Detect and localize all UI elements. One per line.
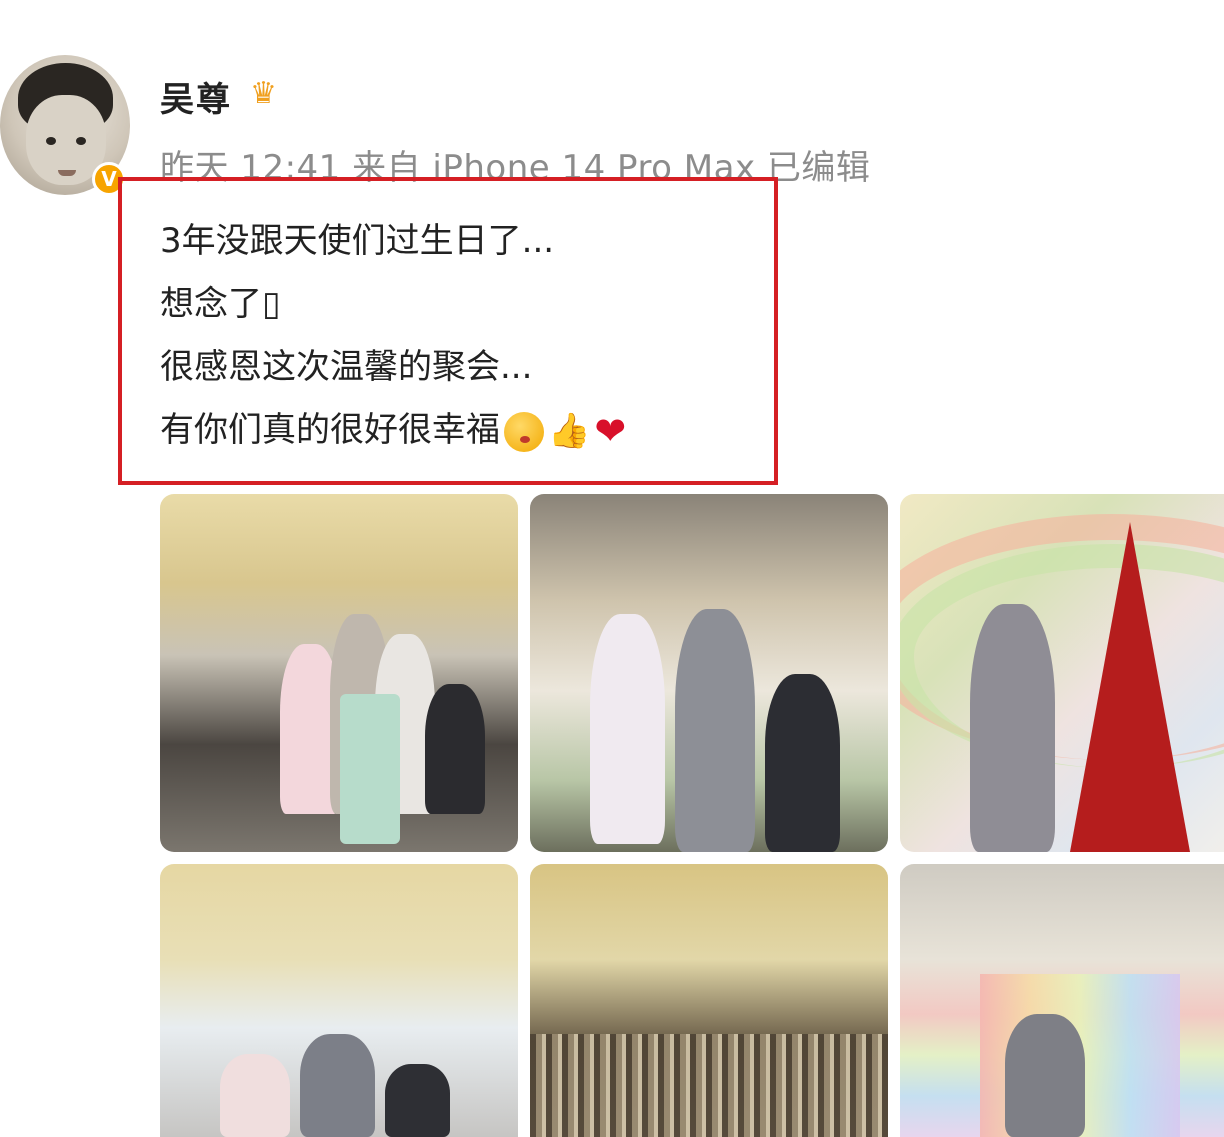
post-photo-1[interactable] [160,494,518,852]
photo-person [765,674,840,852]
photo-person [590,614,665,844]
post-photo-2[interactable] [530,494,888,852]
post-photo-3[interactable] [900,494,1224,852]
crown-icon: ♛ [250,76,277,111]
username[interactable]: 吴尊 [160,72,232,121]
post-line-3: 很感恩这次温馨的聚会... [160,347,533,387]
avatar-eye [46,137,56,145]
birthday-cake [340,694,400,844]
photo-person [425,684,485,814]
crowd [530,1034,888,1137]
post-line-4-text: 有你们真的很好很幸福 [160,410,500,450]
photo-person [300,1034,375,1137]
photo-person [970,604,1055,852]
red-heart-emoji: ❤ [594,409,627,453]
post-line-1: 3年没跟天使们过生日了... [160,221,555,261]
post-text: 3年没跟天使们过生日了... 想念了▯ 很感恩这次温馨的聚会... 有你们真的很… [160,210,626,463]
avatar-eye [76,137,86,145]
photo-person [220,1054,290,1137]
post-photo-5[interactable] [530,864,888,1137]
kiss-face-emoji [504,411,544,452]
photo-person [1005,1014,1085,1137]
post-line-2: 想念了▯ [160,284,281,324]
post-line-4: 有你们真的很好很幸福 👍 ❤ [160,399,626,463]
post-photo-4[interactable] [160,864,518,1137]
eiffel-tower [1070,522,1190,852]
photo-person [385,1064,450,1137]
post-photo-6[interactable] [900,864,1224,1137]
photo-person [675,609,755,852]
thumbs-up-emoji: 👍 [548,411,591,451]
